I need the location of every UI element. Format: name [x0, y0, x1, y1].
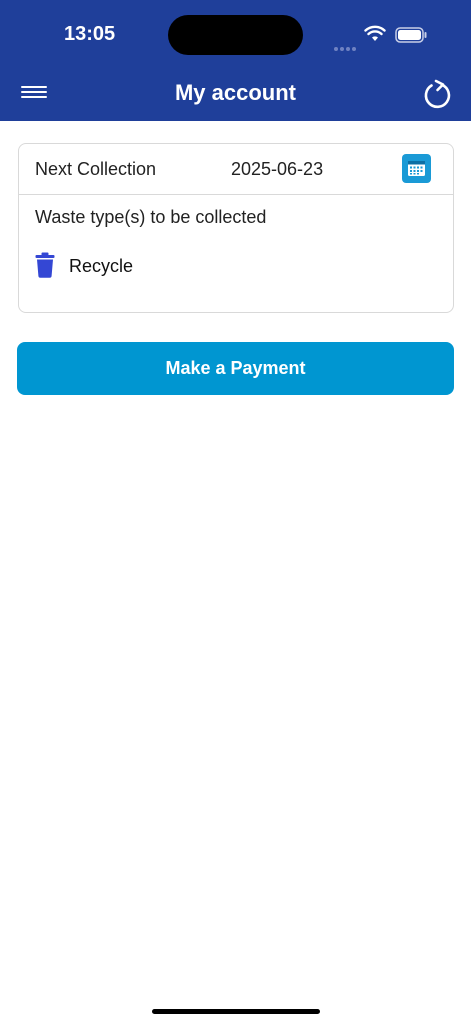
next-collection-row: Next Collection 2025-06-23 [19, 144, 453, 195]
next-collection-date: 2025-06-23 [231, 159, 324, 179]
refresh-icon[interactable] [422, 79, 454, 111]
calendar-button[interactable] [402, 154, 431, 183]
home-indicator [152, 1009, 320, 1014]
waste-type-item: Recycle [35, 252, 335, 280]
page-title: My account [174, 80, 297, 105]
waste-type-label: Recycle [69, 256, 134, 276]
waste-types-heading: Waste type(s) to be collected [35, 207, 267, 227]
dynamic-island [168, 15, 303, 55]
app-header: 13:05 My account [0, 0, 471, 121]
battery-icon [395, 27, 427, 43]
wifi-icon [364, 25, 386, 41]
collection-card: Next Collection 2025-06-23 Waste type(s)… [18, 143, 454, 313]
calendar-icon [408, 161, 425, 176]
next-collection-label: Next Collection [35, 159, 157, 179]
make-payment-button[interactable]: Make a Payment [17, 342, 454, 395]
trash-icon [35, 252, 55, 278]
cellular-signal-icon [334, 38, 358, 51]
status-time: 13:05 [64, 23, 116, 45]
